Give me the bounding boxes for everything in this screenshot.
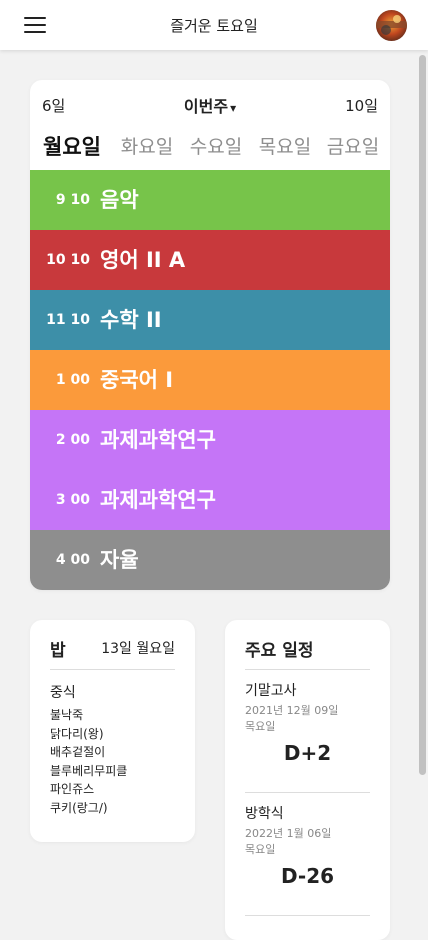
schedule-title: 주요 일정 xyxy=(245,641,314,661)
period-row[interactable]: 10 10 영어 II A xyxy=(30,230,390,290)
tab-thursday[interactable]: 목요일 xyxy=(254,128,316,170)
period-time: 2 00 xyxy=(55,432,90,448)
event-name: 방학식 xyxy=(245,806,284,822)
tab-wednesday[interactable]: 수요일 xyxy=(185,128,247,170)
scrollbar-thumb[interactable] xyxy=(419,55,426,775)
period-subject: 과제과학연구 xyxy=(100,488,216,512)
list-item: 불낙죽 xyxy=(50,708,84,722)
event-item: 기말고사 2021년 12월 09일 목요일 D+2 xyxy=(245,680,370,765)
list-item: 파인쥬스 xyxy=(50,782,95,796)
tab-friday[interactable]: 금요일 xyxy=(322,128,384,170)
timetable-card: 6일 이번주 ▾ 10일 월요일 화요일 수요일 목요일 금요일 9 10 음악 … xyxy=(30,80,390,590)
meal-menu-list: 불낙죽 닭다리(왕) 배추겉절이 블루베리무피클 파인쥬스 쿠키(랑그/) xyxy=(50,706,127,817)
avatar[interactable] xyxy=(376,10,407,41)
week-selector: 6일 이번주 ▾ 10일 xyxy=(30,80,390,128)
list-item: 닭다리(왕) xyxy=(50,726,104,741)
top-app-bar: 즐거운 토요일 xyxy=(0,0,428,50)
event-date-text: 2022년 1월 06일 xyxy=(245,827,332,840)
period-time: 9 10 xyxy=(55,192,90,208)
period-subject: 과제과학연구 xyxy=(100,428,216,452)
chevron-down-icon: ▾ xyxy=(230,101,237,115)
event-weekday: 목요일 xyxy=(245,843,276,856)
period-time: 1 00 xyxy=(55,372,90,388)
meal-date: 13일 월요일 xyxy=(101,641,175,657)
list-item: 쿠키(랑그/) xyxy=(50,800,108,815)
period-row[interactable]: 9 10 음악 xyxy=(30,170,390,230)
period-row[interactable]: 1 00 중국어 I xyxy=(30,350,390,410)
divider xyxy=(245,669,370,670)
period-row[interactable]: 11 10 수학 II xyxy=(30,290,390,350)
list-item: 배추겉절이 xyxy=(50,745,106,759)
period-time: 10 10 xyxy=(46,252,90,268)
next-week-button[interactable]: 10일 xyxy=(345,95,378,116)
period-subject: 자율 xyxy=(100,548,139,572)
event-dday: D-26 xyxy=(280,864,335,888)
divider xyxy=(245,792,370,793)
period-time: 4 00 xyxy=(55,552,90,568)
meal-type: 중식 xyxy=(50,685,76,701)
period-row[interactable]: 3 00 과제과학연구 xyxy=(30,470,390,530)
meal-title: 밥 xyxy=(50,641,66,661)
day-tabs: 월요일 화요일 수요일 목요일 금요일 xyxy=(30,128,390,170)
period-subject: 중국어 I xyxy=(100,368,174,392)
event-date: 2021년 12월 09일 목요일 xyxy=(245,703,370,735)
event-date-text: 2021년 12월 09일 xyxy=(245,704,339,717)
event-weekday: 목요일 xyxy=(245,720,276,733)
period-time: 11 10 xyxy=(46,312,90,328)
divider xyxy=(245,915,370,916)
period-time: 3 00 xyxy=(55,492,90,508)
period-list: 9 10 음악 10 10 영어 II A 11 10 수학 II 1 00 중… xyxy=(30,170,390,590)
period-subject: 수학 II xyxy=(100,308,162,332)
event-name: 기말고사 xyxy=(245,683,297,699)
tab-tuesday[interactable]: 화요일 xyxy=(116,128,178,170)
divider xyxy=(50,669,175,670)
schedule-card: 주요 일정 기말고사 2021년 12월 09일 목요일 D+2 방학식 202… xyxy=(225,620,390,940)
period-subject: 영어 II A xyxy=(100,248,186,272)
week-dropdown-label: 이번주 xyxy=(183,97,229,116)
tab-monday[interactable]: 월요일 xyxy=(38,128,106,170)
week-dropdown[interactable]: 이번주 ▾ xyxy=(30,93,390,117)
event-date: 2022년 1월 06일 목요일 xyxy=(245,826,370,858)
event-dday: D+2 xyxy=(283,741,332,765)
list-item: 블루베리무피클 xyxy=(50,763,128,778)
period-row[interactable]: 4 00 자율 xyxy=(30,530,390,590)
app-title: 즐거운 토요일 xyxy=(170,17,258,35)
period-row[interactable]: 2 00 과제과학연구 xyxy=(30,410,390,470)
period-subject: 음악 xyxy=(100,188,139,212)
meal-card: 밥 13일 월요일 중식 불낙죽 닭다리(왕) 배추겉절이 블루베리무피클 파인… xyxy=(30,620,195,842)
event-item: 방학식 2022년 1월 06일 목요일 D-26 xyxy=(245,803,370,888)
